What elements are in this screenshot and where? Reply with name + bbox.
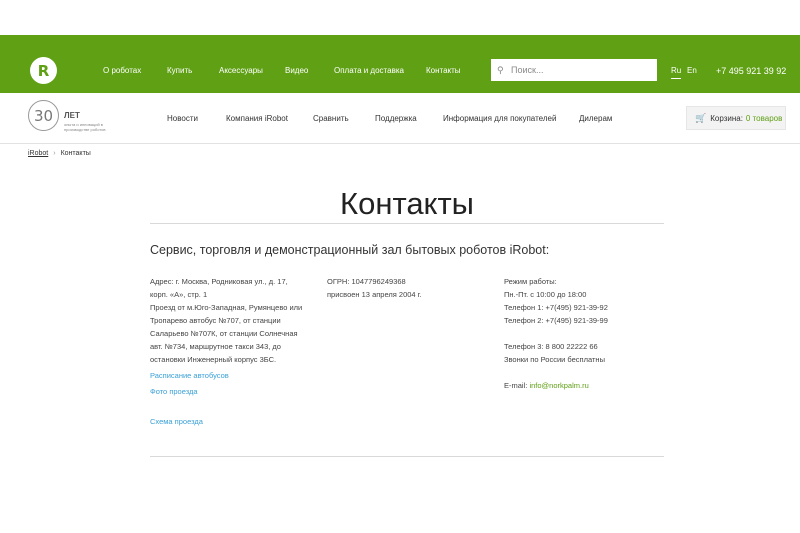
breadcrumb-separator: ›: [53, 150, 56, 157]
hours-line: Режим работы:: [504, 277, 557, 286]
page-title: Контакты: [340, 186, 474, 221]
breadcrumb-home[interactable]: iRobot: [28, 150, 48, 157]
hours-line: Телефон 2: +7(495) 921-39-99: [504, 316, 608, 325]
bottom-divider: [150, 456, 664, 457]
email-label: E-mail:: [504, 381, 528, 390]
logo-letter: R: [37, 61, 50, 80]
phone3-line: Телефон 3: 8 800 22222 66: [504, 342, 598, 351]
address-line: Саларьево №707К, от станции Солнечная: [150, 329, 298, 338]
nav-company[interactable]: Компания iRobot: [226, 114, 288, 123]
hours-line: Телефон 1: +7(495) 921-39-92: [504, 303, 608, 312]
address-line: остановки Инженерный корпус 3БС.: [150, 355, 277, 364]
address-line: Проезд от м.Юго-Западная, Румянцево или: [150, 303, 303, 312]
nav-dealers[interactable]: Дилерам: [579, 114, 612, 123]
address-line: корп. «А», стр. 1: [150, 290, 208, 299]
cart-count[interactable]: 0 товаров: [746, 114, 782, 123]
address-line: Адрес: г. Москва, Родниковая ул., д. 17,: [150, 277, 288, 286]
breadcrumb-current: Контакты: [60, 150, 91, 157]
search-box[interactable]: ⚲: [491, 59, 657, 81]
irobot-logo[interactable]: R: [30, 57, 57, 84]
nav-video[interactable]: Видео: [285, 66, 308, 75]
address-line: Тропарево автобус №707, от станции: [150, 316, 281, 325]
header-phone[interactable]: +7 495 921 39 92: [716, 66, 786, 76]
nav-support[interactable]: Поддержка: [375, 114, 417, 123]
address-line: авт. №734, маршрутное такси 343, до: [150, 342, 281, 351]
hours-column: Режим работы: Пн.-Пт. с 10:00 до 18:00 Т…: [504, 275, 664, 392]
email-link[interactable]: info@norkpalm.ru: [529, 381, 588, 390]
free-calls-line: Звонки по России бесплатны: [504, 355, 605, 364]
badge-number: 30: [33, 106, 54, 125]
badge-subtitle: опыта и инноваций в производстве роботов: [64, 122, 106, 132]
lang-en[interactable]: En: [687, 66, 697, 75]
top-navigation-bar: [0, 35, 800, 93]
title-divider: [150, 223, 664, 224]
ogrn-line: ОГРН: 1047796249368: [327, 277, 406, 286]
ogrn-date-line: присвоен 13 апреля 2004 г.: [327, 290, 422, 299]
nav-compare[interactable]: Сравнить: [313, 114, 349, 123]
badge-title: ЛЕТ: [64, 111, 80, 120]
cart-button[interactable]: 🛒 Корзина: 0 товаров: [686, 106, 786, 130]
registration-column: ОГРН: 1047796249368 присвоен 13 апреля 2…: [327, 275, 487, 301]
nav-payment-delivery[interactable]: Оплата и доставка: [334, 66, 404, 75]
lang-ru[interactable]: Ru: [671, 66, 682, 79]
breadcrumb: iRobot › Контакты: [28, 150, 91, 157]
search-icon: ⚲: [497, 65, 504, 75]
nav-contacts[interactable]: Контакты: [426, 66, 461, 75]
cart-icon: 🛒: [695, 112, 707, 123]
route-photo-link[interactable]: Фото проезда: [150, 387, 198, 396]
nav-accessories[interactable]: Аксессуары: [219, 66, 263, 75]
nav-about-robots[interactable]: О роботах: [103, 66, 141, 75]
bus-schedule-link[interactable]: Расписание автобусов: [150, 371, 229, 380]
nav-buy[interactable]: Купить: [167, 66, 192, 75]
nav-buyer-info[interactable]: Информация для покупателей: [443, 114, 556, 123]
search-input[interactable]: [511, 65, 651, 75]
cart-label: Корзина:: [710, 113, 743, 123]
route-map-link[interactable]: Схема проезда: [150, 417, 203, 426]
anniversary-badge: 30: [28, 100, 59, 131]
hours-line: Пн.-Пт. с 10:00 до 18:00: [504, 290, 587, 299]
nav-news[interactable]: Новости: [167, 114, 198, 123]
section-subtitle: Сервис, торговля и демонстрационный зал …: [150, 243, 550, 257]
address-column: Адрес: г. Москва, Родниковая ул., д. 17,…: [150, 275, 320, 428]
